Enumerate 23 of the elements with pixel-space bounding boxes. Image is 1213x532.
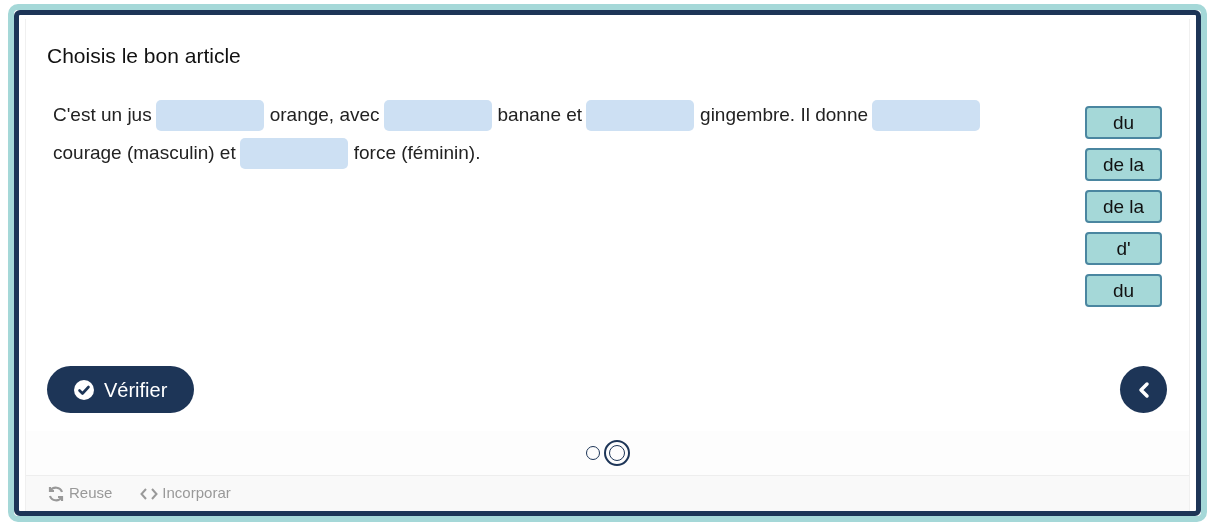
sentence-text: gingembre. Il donne — [700, 104, 869, 125]
word-tile[interactable]: du — [1085, 106, 1162, 139]
sentence-text: orange, avec — [269, 104, 380, 125]
chevron-left-icon — [1136, 380, 1151, 399]
drop-zone[interactable] — [872, 100, 981, 132]
drop-zone[interactable] — [155, 100, 264, 132]
drop-zone[interactable] — [383, 100, 492, 132]
previous-button[interactable] — [1120, 366, 1167, 413]
check-circle-icon — [74, 379, 94, 400]
word-tile[interactable]: du — [1085, 274, 1162, 307]
sentence-text: force (féminin). — [353, 142, 481, 163]
word-tile[interactable]: de la — [1085, 190, 1162, 223]
check-button[interactable]: Vérifier — [47, 366, 195, 413]
word-tile[interactable]: d' — [1085, 232, 1162, 265]
refresh-icon — [47, 484, 65, 503]
exercise-title: Choisis le bon article — [47, 45, 241, 66]
sentence-text: banane et — [497, 104, 583, 125]
code-icon — [140, 486, 159, 501]
drop-zone[interactable] — [586, 100, 695, 132]
drop-zone[interactable] — [239, 138, 348, 170]
word-tile[interactable]: de la — [1085, 148, 1162, 181]
sentence-text: courage (masculin) et — [53, 142, 236, 163]
sentence-text: C'est un jus — [53, 104, 152, 125]
